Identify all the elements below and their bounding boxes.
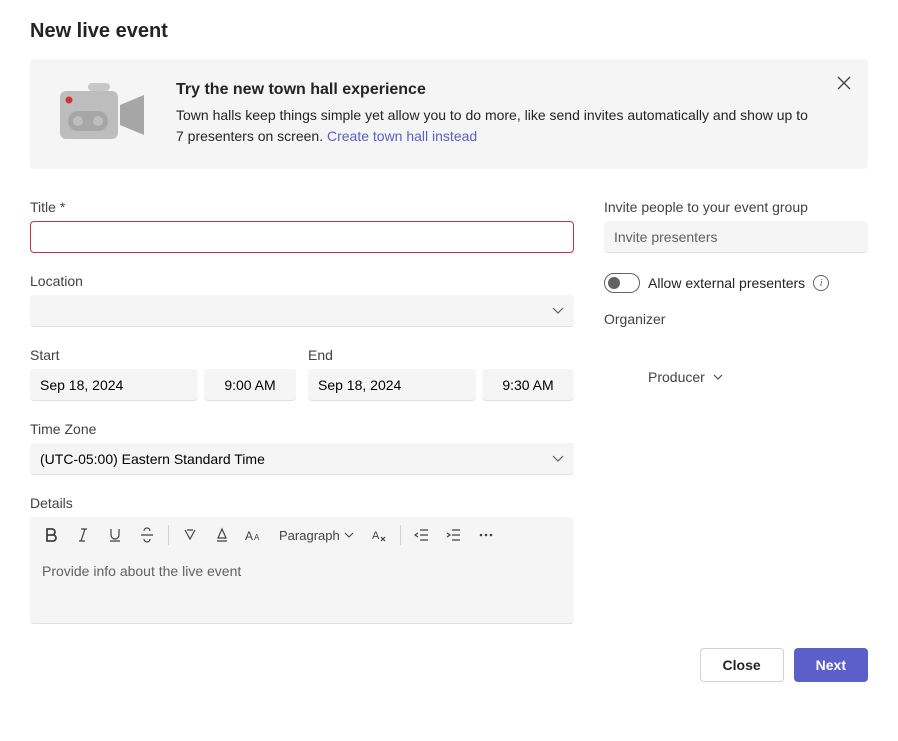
organizer-role-select[interactable]: Producer (604, 369, 723, 385)
separator (168, 525, 169, 545)
bold-button[interactable] (36, 520, 66, 550)
increase-indent-button[interactable] (439, 520, 469, 550)
start-label: Start (30, 347, 296, 363)
svg-text:A: A (372, 530, 380, 542)
editor-toolbar: AA Paragraph A (30, 517, 574, 553)
invite-presenters-input[interactable] (604, 221, 868, 253)
page-title: New live event (30, 20, 868, 43)
end-label: End (308, 347, 574, 363)
next-button[interactable]: Next (794, 648, 868, 682)
font-size-button[interactable]: AA (239, 520, 269, 550)
create-town-hall-link[interactable]: Create town hall instead (327, 128, 477, 144)
start-date-input[interactable] (30, 369, 198, 401)
clear-formatting-button[interactable]: A (364, 520, 394, 550)
allow-external-toggle[interactable] (604, 273, 640, 293)
end-time-input[interactable] (482, 369, 574, 401)
end-date-input[interactable] (308, 369, 476, 401)
start-time-input[interactable] (204, 369, 296, 401)
svg-text:A: A (245, 529, 253, 543)
banner-title: Try the new town hall experience (176, 81, 812, 99)
strikethrough-button[interactable] (132, 520, 162, 550)
font-color-button[interactable] (207, 520, 237, 550)
info-icon[interactable]: i (813, 275, 829, 291)
underline-button[interactable] (100, 520, 130, 550)
svg-text:A: A (254, 533, 260, 542)
camera-icon (56, 81, 148, 147)
invite-label: Invite people to your event group (604, 199, 868, 215)
paragraph-style-select[interactable]: Paragraph (271, 528, 362, 543)
organizer-label: Organizer (604, 311, 868, 327)
title-input[interactable] (30, 221, 574, 253)
italic-button[interactable] (68, 520, 98, 550)
town-hall-banner: Try the new town hall experience Town ha… (30, 59, 868, 169)
timezone-label: Time Zone (30, 421, 574, 437)
banner-description: Town halls keep things simple yet allow … (176, 105, 812, 147)
details-textarea[interactable]: Provide info about the live event (30, 553, 574, 623)
more-options-button[interactable] (471, 520, 501, 550)
decrease-indent-button[interactable] (407, 520, 437, 550)
allow-external-label: Allow external presenters (648, 275, 805, 291)
title-label: Title * (30, 199, 574, 215)
timezone-select[interactable] (30, 443, 574, 475)
details-label: Details (30, 495, 574, 511)
close-icon[interactable] (832, 71, 856, 95)
highlight-button[interactable] (175, 520, 205, 550)
details-editor: AA Paragraph A Provide info about the li… (30, 517, 574, 624)
location-label: Location (30, 273, 574, 289)
footer: Close Next (30, 648, 868, 682)
separator (400, 525, 401, 545)
close-button[interactable]: Close (700, 648, 784, 682)
location-input[interactable] (30, 295, 574, 327)
